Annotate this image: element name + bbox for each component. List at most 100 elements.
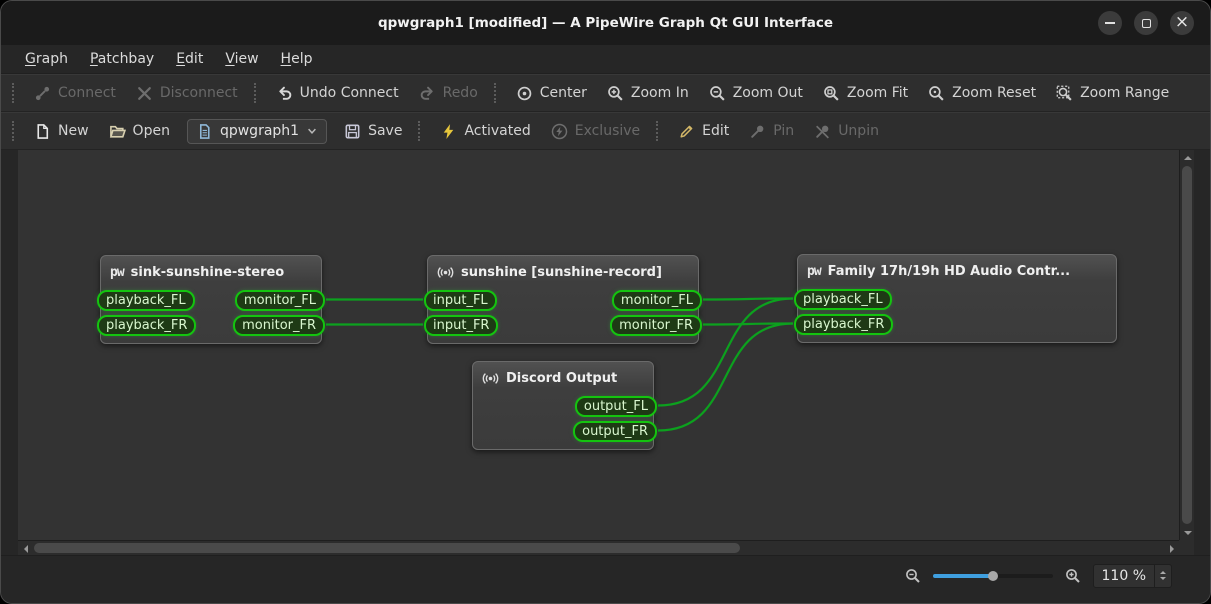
save-icon: [344, 123, 361, 140]
patchbay-toolbar: New Open qpwgraph1 Save Activated Exclusive Ed…: [1, 112, 1210, 150]
toolbar-button-label: New: [58, 123, 89, 139]
port-playback_FR[interactable]: playback_FR: [97, 315, 196, 336]
toolbar-button-label: Zoom Reset: [952, 85, 1036, 101]
port-playback_FR[interactable]: playback_FR: [794, 314, 893, 335]
titlebar[interactable]: qpwgraph1 [modified] — A PipeWire Graph …: [1, 1, 1210, 45]
ports: output_FLoutput_FR: [473, 394, 653, 449]
toolbar-button-label: Zoom Fit: [847, 85, 908, 101]
input-ports: playback_FLplayback_FR: [101, 290, 196, 340]
close-button[interactable]: ×: [1170, 11, 1194, 35]
toolbar-handle[interactable]: [254, 83, 256, 103]
arrow-up-icon: [1184, 152, 1192, 160]
graph-button-zoom-in[interactable]: Zoom In: [598, 80, 698, 107]
spin-down-button[interactable]: [1160, 577, 1166, 583]
node-header: sunshine [sunshine-record]: [428, 256, 698, 288]
toolbar-button-label: Open: [133, 123, 170, 139]
scroll-left-button[interactable]: [18, 541, 33, 556]
patchbay-button-edit[interactable]: Edit: [669, 118, 738, 145]
statusbar-zoom-out-icon[interactable]: [905, 568, 921, 584]
cable-layer: [18, 150, 1179, 540]
menu-patchbay[interactable]: Patchbay: [79, 47, 165, 71]
scroll-right-button[interactable]: [1164, 541, 1179, 556]
vertical-scrollbar[interactable]: [1179, 150, 1194, 540]
patchbay-combo-patchbay-file[interactable]: qpwgraph1: [187, 119, 327, 144]
open-icon: [109, 123, 126, 140]
window-title: qpwgraph1 [modified] — A PipeWire Graph …: [378, 15, 833, 31]
graph-button-undo-connect[interactable]: Undo Connect: [267, 80, 408, 107]
port-monitor_FR[interactable]: monitor_FR: [610, 315, 702, 336]
connect-icon: [34, 85, 51, 102]
port-input_FL[interactable]: input_FL: [424, 290, 497, 311]
zoom-spinbox[interactable]: 110 %: [1093, 564, 1172, 588]
port-monitor_FL[interactable]: monitor_FL: [235, 290, 325, 311]
graph-button-zoom-range[interactable]: Zoom Range: [1047, 80, 1178, 107]
toolbar-button-label: Disconnect: [160, 85, 238, 101]
graph-button-disconnect[interactable]: Disconnect: [127, 80, 247, 107]
vertical-scrollbar-thumb[interactable]: [1182, 166, 1192, 524]
monitor-icon: [437, 264, 454, 281]
statusbar-zoom-in-icon[interactable]: [1065, 568, 1081, 584]
menu-view[interactable]: View: [214, 47, 269, 71]
patchbay-button-exclusive[interactable]: Exclusive: [542, 118, 649, 145]
port-playback_FL[interactable]: playback_FL: [794, 289, 892, 310]
scroll-up-button[interactable]: [1180, 150, 1195, 165]
toolbar-button-label: Zoom In: [631, 85, 689, 101]
pin-icon: [749, 123, 766, 140]
spin-up-button[interactable]: [1160, 568, 1166, 574]
zoom-slider[interactable]: [933, 568, 1053, 584]
port-input_FR[interactable]: input_FR: [424, 315, 498, 336]
graph-button-zoom-reset[interactable]: Zoom Reset: [919, 80, 1045, 107]
toolbar-handle[interactable]: [656, 121, 658, 141]
node-sunshine[interactable]: sunshine [sunshine-record]input_FLinput_…: [427, 255, 699, 344]
port-monitor_FL[interactable]: monitor_FL: [612, 290, 702, 311]
toolbar-button-label: Pin: [773, 123, 794, 139]
menu-edit[interactable]: Edit: [165, 47, 214, 71]
patchbay-button-new[interactable]: New: [25, 118, 98, 145]
minimize-button[interactable]: [1098, 11, 1122, 35]
patchbay-canvas[interactable]: pwsink-sunshine-stereoplayback_FLplaybac…: [18, 150, 1179, 540]
patchbay-button-pin[interactable]: Pin: [740, 118, 803, 145]
graph-button-center[interactable]: Center: [507, 80, 596, 107]
graph-button-zoom-out[interactable]: Zoom Out: [700, 80, 812, 107]
port-playback_FL[interactable]: playback_FL: [97, 290, 195, 311]
maximize-button[interactable]: [1134, 11, 1158, 35]
patchbay-button-open[interactable]: Open: [100, 118, 179, 145]
toolbar-handle[interactable]: [494, 83, 496, 103]
horizontal-scrollbar[interactable]: [18, 540, 1179, 555]
graph-button-redo[interactable]: Redo: [410, 80, 487, 107]
zoom-range-icon: [1056, 85, 1073, 102]
disconnect-icon: [136, 85, 153, 102]
port-monitor_FR[interactable]: monitor_FR: [233, 315, 325, 336]
graph-button-connect[interactable]: Connect: [25, 80, 125, 107]
patchbay-button-save[interactable]: Save: [335, 118, 411, 145]
patchbay-button-unpin[interactable]: Unpin: [805, 118, 888, 145]
toolbar-button-label: Redo: [443, 85, 478, 101]
toolbar-button-label: Activated: [464, 123, 530, 139]
menu-help[interactable]: Help: [270, 47, 324, 71]
patchbay-button-activated[interactable]: Activated: [431, 118, 539, 145]
horizontal-scrollbar-thumb[interactable]: [34, 543, 740, 553]
node-header: pwsink-sunshine-stereo: [101, 256, 321, 288]
ports: input_FLinput_FRmonitor_FLmonitor_FR: [428, 288, 698, 343]
toolbar-handle[interactable]: [418, 121, 420, 141]
menu-graph[interactable]: Graph: [14, 47, 79, 71]
scroll-down-button[interactable]: [1180, 525, 1195, 540]
port-output_FR[interactable]: output_FR: [573, 421, 657, 442]
toolbar-button-label: Save: [368, 123, 402, 139]
node-discord-output[interactable]: Discord Outputoutput_FLoutput_FR: [472, 361, 654, 450]
toolbar-handle[interactable]: [12, 121, 14, 141]
toolbar-handle[interactable]: [12, 83, 14, 103]
graph-button-zoom-fit[interactable]: Zoom Fit: [814, 80, 917, 107]
zoom-reset-icon: [928, 85, 945, 102]
window-controls: ×: [1098, 1, 1194, 45]
new-icon: [34, 123, 51, 140]
toolbar-button-label: Unpin: [838, 123, 879, 139]
zoom-fit-icon: [823, 85, 840, 102]
node-family-hd-audio[interactable]: pwFamily 17h/19h HD Audio Contr...playba…: [797, 254, 1117, 343]
node-sink-sunshine-stereo[interactable]: pwsink-sunshine-stereoplayback_FLplaybac…: [100, 255, 322, 344]
undo-icon: [276, 85, 293, 102]
combo-value: qpwgraph1: [220, 123, 299, 139]
port-output_FL[interactable]: output_FL: [575, 396, 657, 417]
node-header: Discord Output: [473, 362, 653, 394]
zoom-slider-handle[interactable]: [988, 571, 998, 581]
